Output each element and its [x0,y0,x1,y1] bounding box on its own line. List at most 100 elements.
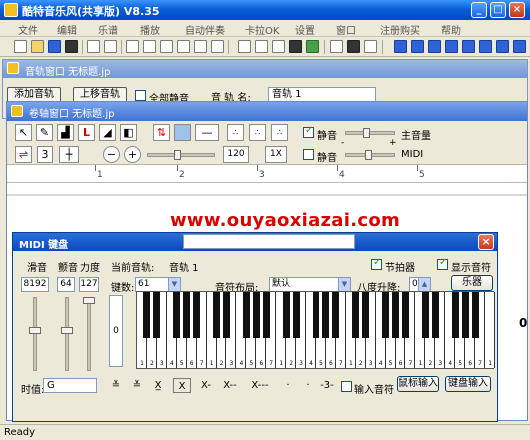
mute1-checkbox[interactable] [303,125,314,138]
piano-black-key[interactable] [252,292,260,338]
save-as-icon[interactable] [65,40,78,53]
mute2-checkbox[interactable] [303,149,314,160]
menu-score[interactable]: 乐谱 [98,22,118,37]
region-icon[interactable] [174,124,191,141]
piano-black-key[interactable] [242,292,250,338]
maximize-button[interactable]: □ [490,2,506,18]
globe-icon[interactable] [306,40,319,53]
brush-tool-icon[interactable]: ▟ [57,124,74,141]
piano-black-key[interactable] [471,292,479,338]
note-underline-2-icon[interactable]: ≚ [107,378,125,393]
score-icon[interactable] [255,40,268,53]
menu-edit[interactable]: 编辑 [57,22,77,37]
letter-l-tool-icon[interactable]: L [78,124,95,141]
dot-icon[interactable]: · [279,378,297,393]
download-icon[interactable] [211,40,224,53]
menu-window[interactable]: 窗口 [336,22,356,37]
select-tool-icon[interactable]: ↖ [15,124,32,141]
master-volume-slider[interactable] [345,131,395,135]
piano-keyboard[interactable]: 123456712345671234567123456712345671 [136,291,495,369]
close-button[interactable]: × [509,2,525,18]
piano-black-key[interactable] [431,292,439,338]
piano-white-key[interactable]: 1 [485,292,495,368]
zoom-in-icon[interactable]: + [124,146,141,163]
input-note-checkbox[interactable] [341,381,352,392]
piano-black-key[interactable] [362,292,370,338]
eraser-tool-icon[interactable]: ◢ [99,124,116,141]
layout-select[interactable]: 默认 ▼ [269,277,351,292]
first-icon[interactable] [394,40,407,53]
piano-black-key[interactable] [402,292,409,338]
piano-black-key[interactable] [282,292,290,338]
color-tool-icon[interactable]: ◧ [120,124,137,141]
piano-black-key[interactable] [173,292,181,338]
save-icon[interactable] [48,40,61,53]
rest-icon[interactable]: — [195,124,219,141]
mod-slider[interactable] [65,297,69,371]
staccato-icon[interactable]: ∴ [227,124,244,141]
menu-accompaniment[interactable]: 自动伴奏 [185,22,225,37]
minimize-button[interactable]: _ [471,2,487,18]
pause-icon[interactable] [445,40,458,53]
piano-black-key[interactable] [392,292,400,338]
note-x-dash-icon[interactable]: X- [197,378,215,393]
rewind-icon[interactable] [411,40,424,53]
cut-icon[interactable] [126,40,139,53]
velocity-thumb[interactable] [83,297,95,304]
piano-icon[interactable] [347,40,360,53]
pencil-tool-icon[interactable]: ✎ [36,124,53,141]
copy-icon[interactable] [143,40,156,53]
midi-volume-thumb[interactable] [365,150,372,160]
key-count-select[interactable]: 61 ▼ [135,277,181,292]
value-3-box[interactable]: 3 [37,146,53,163]
mod-value[interactable]: 64 [57,277,75,292]
pitch-thumb[interactable] [29,327,41,334]
keyboard-icon[interactable] [289,40,302,53]
piano-black-key[interactable] [322,292,330,338]
velocity-slider[interactable] [87,297,91,371]
piano-black-key[interactable] [213,292,221,338]
note-x-underline-icon[interactable]: X̲ [149,378,167,393]
piano-black-key[interactable] [382,292,390,338]
pitch-slider[interactable] [33,297,37,371]
menu-play[interactable]: 播放 [140,22,160,37]
speed-button[interactable]: 1X [265,146,287,163]
delete-icon[interactable] [177,40,190,53]
note-x-dash2-icon[interactable]: X-- [219,378,241,393]
piano-black-key[interactable] [262,292,270,338]
triplet-icon[interactable]: ∴ [249,124,266,141]
menu-file[interactable]: 文件 [18,22,38,37]
zoom-out-icon[interactable]: − [103,146,120,163]
align-icon[interactable]: ⇌ [15,146,32,163]
paste-icon[interactable] [160,40,173,53]
piano-black-key[interactable] [292,292,300,338]
piano-black-key[interactable] [451,292,459,338]
duration-input[interactable]: G [43,378,97,393]
note-x-dash3-icon[interactable]: X--- [247,378,273,393]
piano-black-key[interactable] [153,292,161,338]
last-icon[interactable] [496,40,509,53]
note-x-icon[interactable]: X [173,378,191,393]
piano-black-key[interactable] [461,292,469,338]
insert-icon[interactable] [194,40,207,53]
pen-icon[interactable] [330,40,343,53]
forward-icon[interactable] [479,40,492,53]
show-notes-checkbox[interactable] [437,257,448,270]
end-icon[interactable] [513,40,526,53]
menu-karaoke[interactable]: 卡拉OK [245,22,279,37]
grace-icon[interactable]: ∴ [271,124,288,141]
menu-help[interactable]: 帮助 [441,22,461,37]
piano-black-key[interactable] [312,292,320,338]
track-name-input[interactable]: 音轨 1 [268,87,376,102]
grid-icon[interactable] [272,40,285,53]
list-icon[interactable] [238,40,251,53]
open-folder-icon[interactable] [31,40,44,53]
velocity-value[interactable]: 127 [79,277,99,292]
instrument-button[interactable]: 乐器 [451,275,493,291]
mute-all-checkbox[interactable] [135,90,146,101]
keyboard-input-button[interactable]: 键盘输入 [445,376,491,392]
metronome-checkbox[interactable] [371,257,382,270]
tempo-value[interactable]: 120 [223,146,249,163]
mouse-input-button[interactable]: 鼠标输入 [397,376,439,392]
dot2-icon[interactable]: · [299,378,317,393]
